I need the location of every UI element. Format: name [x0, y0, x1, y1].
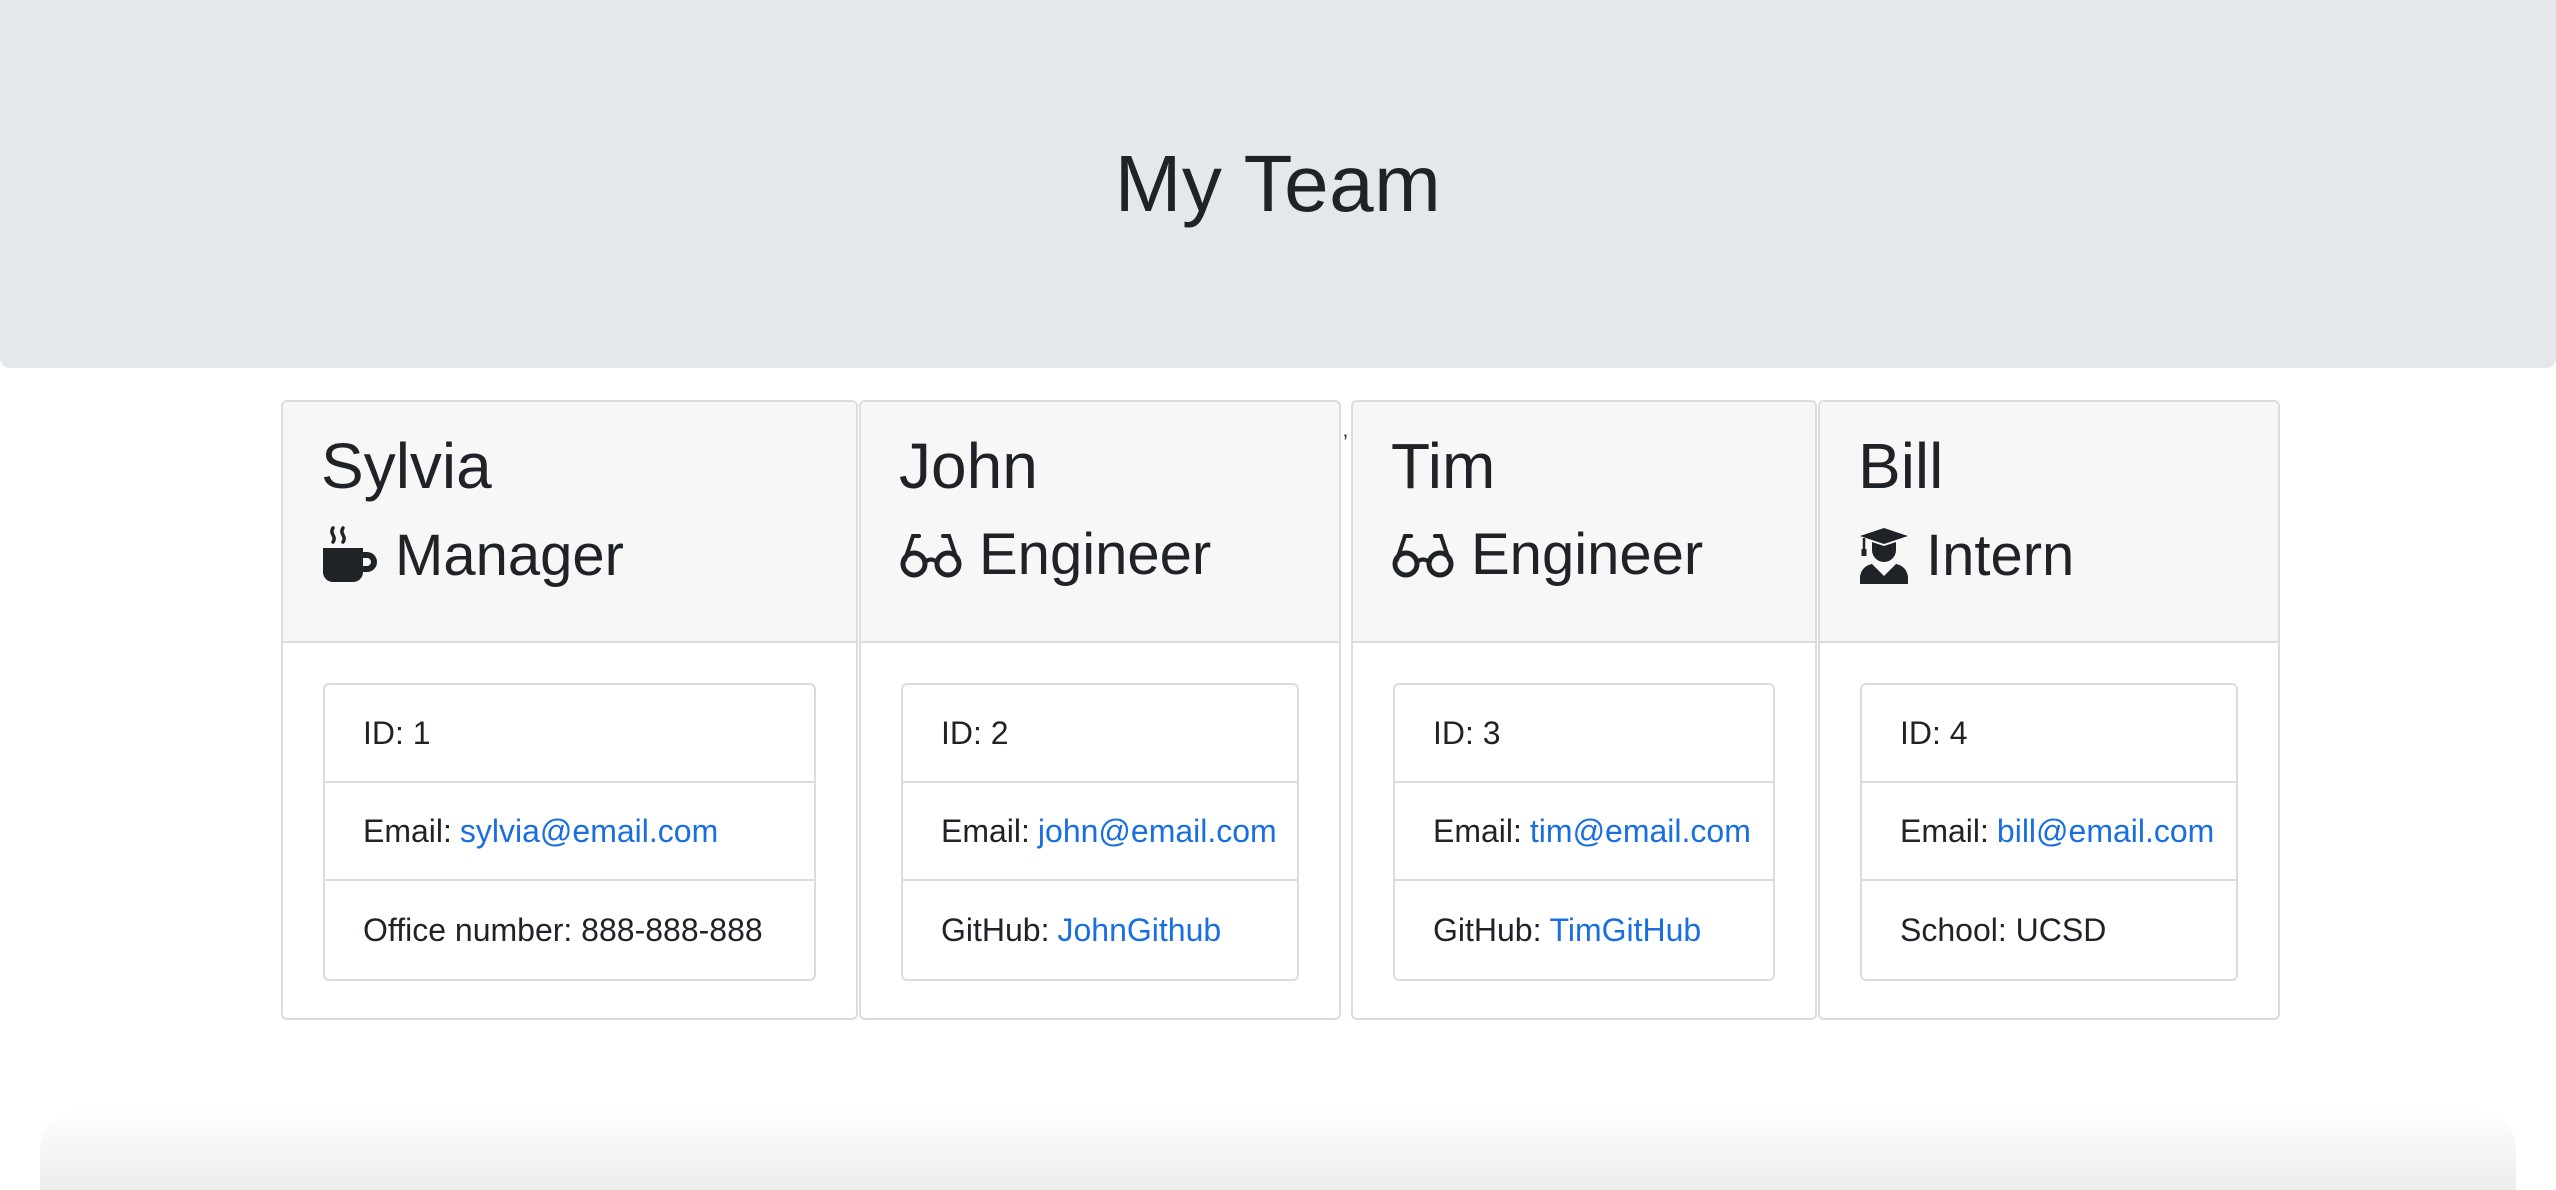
email-link[interactable]: john@email.com — [1038, 813, 1277, 850]
id-label: ID: — [363, 714, 404, 751]
school-value: UCSD — [2015, 911, 2107, 948]
employee-details: ID: 4 Email: bill@email.com School: UCSD — [1860, 683, 2238, 981]
list-item-email: Email: tim@email.com — [1395, 783, 1773, 881]
employee-details: ID: 3 Email: tim@email.com GitHub: TimGi… — [1393, 683, 1775, 981]
email-label: Email: — [363, 812, 452, 849]
email-link[interactable]: tim@email.com — [1530, 813, 1751, 850]
card-header: Sylvia Manager — [283, 402, 856, 643]
glasses-icon — [1391, 530, 1455, 580]
office-label: Office number: — [363, 911, 573, 948]
list-item-email: Email: bill@email.com — [1862, 783, 2236, 881]
user-graduate-icon — [1858, 526, 1910, 586]
employee-name: John — [899, 430, 1038, 502]
email-link[interactable]: bill@email.com — [1997, 813, 2214, 850]
employee-name: Bill — [1858, 430, 1944, 502]
glasses-icon — [899, 530, 963, 580]
employee-role: Intern — [1858, 526, 2278, 586]
list-item-id: ID: 3 — [1395, 685, 1773, 783]
id-value: 2 — [990, 714, 1009, 751]
email-link[interactable]: sylvia@email.com — [460, 813, 718, 850]
employee-card-john: John Engineer ID: 2 Email: john@email.co… — [859, 400, 1341, 1020]
school-label: School: — [1900, 911, 2007, 948]
office-number-value: 888-888-888 — [581, 911, 763, 948]
email-label: Email: — [941, 812, 1030, 849]
card-header: Tim Engineer — [1353, 402, 1815, 643]
list-item-office: Office number: 888-888-888 — [325, 881, 814, 979]
card-header: John Engineer — [861, 402, 1339, 643]
footer-shadow — [40, 1110, 2516, 1190]
employee-name: Tim — [1391, 430, 1496, 502]
employee-role-label: Intern — [1926, 523, 2075, 588]
id-value: 3 — [1482, 714, 1501, 751]
employee-card-bill: Bill Intern ID: 4 Email: bill@email.com — [1818, 400, 2280, 1020]
github-label: GitHub: — [1433, 911, 1542, 948]
id-label: ID: — [1900, 714, 1941, 751]
email-label: Email: — [1433, 812, 1522, 849]
card-header: Bill Intern — [1820, 402, 2278, 643]
employee-role: Engineer — [899, 526, 1339, 584]
email-label: Email: — [1900, 812, 1989, 849]
stray-mark: ’ — [1343, 430, 1348, 455]
list-item-id: ID: 4 — [1862, 685, 2236, 783]
list-item-email: Email: john@email.com — [903, 783, 1297, 881]
employee-details: ID: 1 Email: sylvia@email.com Office num… — [323, 683, 816, 981]
github-link[interactable]: TimGitHub — [1549, 912, 1701, 949]
id-label: ID: — [941, 714, 982, 751]
list-item-school: School: UCSD — [1862, 881, 2236, 979]
github-label: GitHub: — [941, 911, 1050, 948]
employee-role-label: Engineer — [1471, 522, 1704, 587]
list-item-id: ID: 1 — [325, 685, 814, 783]
list-item-github: GitHub: JohnGithub — [903, 881, 1297, 979]
id-label: ID: — [1433, 714, 1474, 751]
employee-card-tim: Tim Engineer ID: 3 Email: tim@email.com — [1351, 400, 1817, 1020]
page-title: My Team — [1114, 139, 1442, 228]
header-jumbotron: My Team — [0, 0, 2556, 368]
employee-role-label: Engineer — [979, 522, 1212, 587]
list-item-github: GitHub: TimGitHub — [1395, 881, 1773, 979]
employee-name: Sylvia — [321, 430, 492, 502]
employee-card-sylvia: Sylvia Manager ID: 1 Email: sylvia@email… — [281, 400, 858, 1020]
employee-details: ID: 2 Email: john@email.com GitHub: John… — [901, 683, 1299, 981]
github-link[interactable]: JohnGithub — [1057, 912, 1221, 949]
list-item-email: Email: sylvia@email.com — [325, 783, 814, 881]
employee-role: Manager — [321, 526, 856, 586]
id-value: 4 — [1949, 714, 1968, 751]
list-item-id: ID: 2 — [903, 685, 1297, 783]
employee-role-label: Manager — [395, 523, 624, 588]
employee-role: Engineer — [1391, 526, 1815, 584]
mug-hot-icon — [321, 526, 379, 586]
id-value: 1 — [412, 714, 431, 751]
